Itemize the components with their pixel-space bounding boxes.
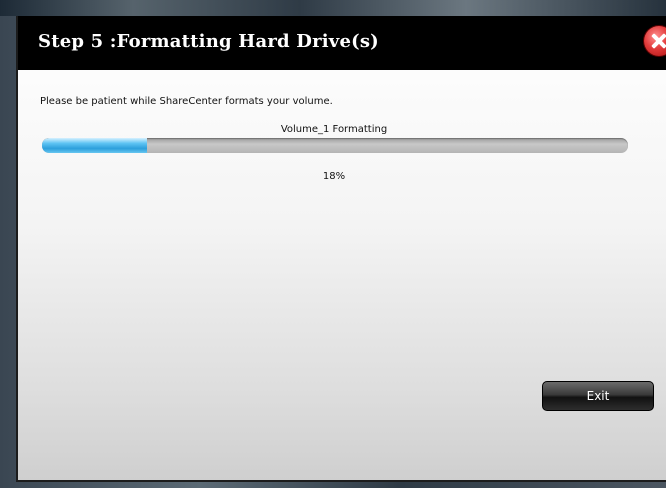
format-dialog: Step 5 :Formatting Hard Drive(s) Please … (16, 16, 666, 482)
dialog-title: Step 5 :Formatting Hard Drive(s) (38, 31, 379, 52)
progress-label: Volume_1 Formatting (280, 124, 388, 135)
progress-bar (42, 138, 628, 153)
format-message: Please be patient while ShareCenter form… (40, 96, 333, 107)
exit-button[interactable]: Exit (542, 381, 654, 411)
close-icon[interactable] (644, 26, 666, 56)
progress-fill (42, 138, 148, 153)
background-desktop (0, 0, 666, 16)
dialog-titlebar: Step 5 :Formatting Hard Drive(s) (18, 16, 666, 70)
progress-percent: 18% (322, 171, 346, 182)
